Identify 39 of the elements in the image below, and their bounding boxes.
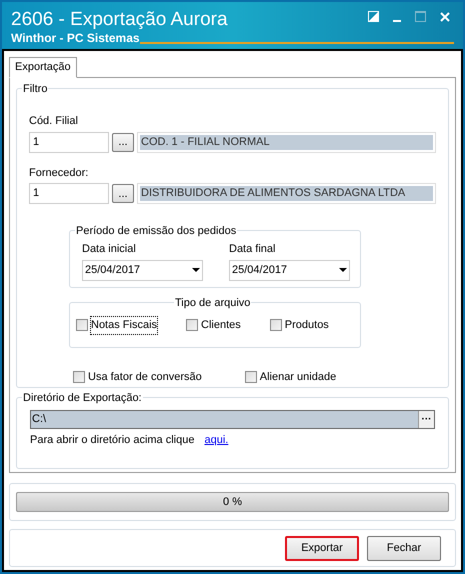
checkbox[interactable]	[244, 371, 257, 384]
checkbox-option[interactable]: Produtos	[270, 316, 330, 334]
description-field: DISTRIBUIDORA DE ALIMENTOS SARDAGNA LTDA	[140, 186, 433, 201]
checkbox[interactable]	[270, 319, 282, 332]
window-subtitle: Winthor - PC Sistemas	[11, 31, 140, 45]
checkbox-option[interactable]: Alienar unidade	[244, 368, 338, 386]
code-field[interactable]: 1	[29, 132, 109, 152]
checkbox-option[interactable]: Clientes	[186, 316, 242, 334]
open-folder-link[interactable]: aqui.	[204, 432, 228, 448]
date-picker[interactable]: 25/04/2017	[229, 260, 350, 280]
field-label: Data inicial	[82, 242, 137, 257]
lookup-button[interactable]: ...	[112, 132, 134, 152]
date-picker[interactable]: 25/04/2017	[82, 260, 203, 280]
dialog-button[interactable]: Exportar	[285, 536, 359, 560]
checkbox-option[interactable]: Usa fator de conversão	[73, 368, 203, 386]
code-field[interactable]: 1	[29, 183, 109, 204]
checkbox[interactable]	[73, 371, 85, 384]
group-title: Período de emissão dos pedidos	[75, 223, 238, 240]
maximize-icon[interactable]	[415, 11, 426, 22]
field-label: Data final	[229, 242, 276, 257]
dropdown-arrow-icon	[192, 268, 200, 272]
dialog-button[interactable]: Fechar	[367, 536, 441, 560]
directory-field[interactable]: C:\ ···	[30, 410, 435, 429]
close-icon[interactable]	[440, 12, 450, 22]
window-title: 2606 - Exportação Aurora	[11, 9, 228, 31]
field-label: Fornecedor:	[29, 166, 90, 180]
restore-icon[interactable]	[368, 11, 379, 22]
group-title: Diretório de Exportação:	[22, 390, 143, 406]
browse-button[interactable]: ···	[418, 411, 434, 428]
hint-text: Para abrir o diretório acima clique	[30, 433, 194, 448]
field-label: Cód. Filial	[29, 114, 79, 129]
group-title: Tipo de arquivo	[174, 295, 252, 312]
dropdown-arrow-icon	[339, 268, 347, 272]
tab[interactable]: Exportação	[9, 57, 77, 78]
description-field: COD. 1 - FILIAL NORMAL	[140, 134, 433, 150]
lookup-button[interactable]: ...	[112, 184, 134, 203]
checkbox[interactable]	[76, 319, 88, 332]
checkbox[interactable]	[186, 319, 198, 332]
progress-reading: 0 %	[223, 494, 242, 510]
